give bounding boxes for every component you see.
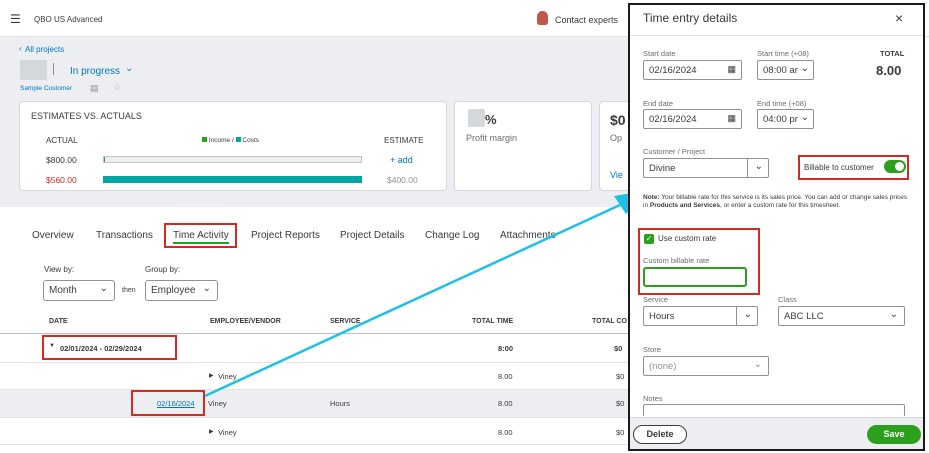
custom-rate-checkbox[interactable]: ✓ <box>644 234 654 244</box>
end-time-label: End time (+08) <box>757 99 807 108</box>
calendar-icon[interactable]: ▦ <box>727 64 736 75</box>
time-entry-panel: Time entry details × Start date 02/16/20… <box>628 3 925 451</box>
note-text-2: , or enter a custom rate for this timesh… <box>719 202 841 209</box>
chevron-down-icon: ⌄ <box>889 309 898 320</box>
notes-textarea[interactable] <box>643 404 905 416</box>
start-time-select[interactable]: 08:00 ar ⌄ <box>757 60 814 80</box>
divider <box>630 35 923 36</box>
save-label: Save <box>883 429 905 439</box>
divider <box>747 159 748 177</box>
billable-toggle[interactable] <box>884 160 906 173</box>
class-value: ABC LLC <box>784 311 824 322</box>
customer-label: Customer / Project <box>643 147 706 156</box>
service-select[interactable]: Hours ⌄ <box>643 306 758 326</box>
customer-value: Divine <box>649 163 676 174</box>
delete-label: Delete <box>646 429 674 439</box>
store-value: (none) <box>649 361 677 372</box>
start-date-input[interactable]: 02/16/2024 ▦ <box>643 60 742 80</box>
service-value: Hours <box>649 311 675 322</box>
delete-button[interactable]: Delete <box>633 425 687 444</box>
start-time-label: Start time (+08) <box>757 49 809 58</box>
chevron-down-icon: ⌄ <box>753 359 762 370</box>
start-date-label: Start date <box>643 49 676 58</box>
customer-select[interactable]: Divine ⌄ <box>643 158 769 178</box>
chevron-down-icon: ⌄ <box>743 309 752 320</box>
custom-rate-label: Custom billable rate <box>643 256 710 265</box>
end-date-label: End date <box>643 99 674 108</box>
start-time-value: 08:00 ar <box>763 65 798 76</box>
custom-rate-input[interactable] <box>643 267 747 287</box>
store-label: Store <box>643 345 661 354</box>
store-select[interactable]: (none) ⌄ <box>643 356 769 376</box>
note-bold: Note: <box>643 194 660 201</box>
total-value: 8.00 <box>876 63 902 78</box>
end-date-input[interactable]: 02/16/2024 ▦ <box>643 109 742 129</box>
end-time-value: 04:00 pr <box>763 114 798 125</box>
end-time-select[interactable]: 04:00 pr ⌄ <box>757 109 814 129</box>
billable-note: Note: Your billable rate for this servic… <box>643 194 913 210</box>
save-button[interactable]: Save <box>867 425 921 444</box>
chevron-down-icon: ⌄ <box>800 112 809 123</box>
total-label: TOTAL <box>880 49 905 58</box>
end-date-value: 02/16/2024 <box>649 114 697 125</box>
notes-label: Notes <box>643 394 663 403</box>
panel-title: Time entry details <box>643 11 738 25</box>
billable-label: Billable to customer <box>804 163 874 172</box>
start-date-value: 02/16/2024 <box>649 65 697 76</box>
products-services-link[interactable]: Products and Services <box>650 202 720 209</box>
class-select[interactable]: ABC LLC ⌄ <box>778 306 905 326</box>
class-label: Class <box>778 295 797 304</box>
chevron-down-icon: ⌄ <box>800 63 809 74</box>
custom-rate-checkbox-label[interactable]: Use custom rate <box>658 234 716 243</box>
close-icon[interactable]: × <box>895 10 903 26</box>
divider <box>736 307 737 325</box>
toggle-knob <box>895 162 904 171</box>
chevron-down-icon: ⌄ <box>754 161 763 172</box>
service-label: Service <box>643 295 669 304</box>
calendar-icon[interactable]: ▦ <box>727 113 736 124</box>
